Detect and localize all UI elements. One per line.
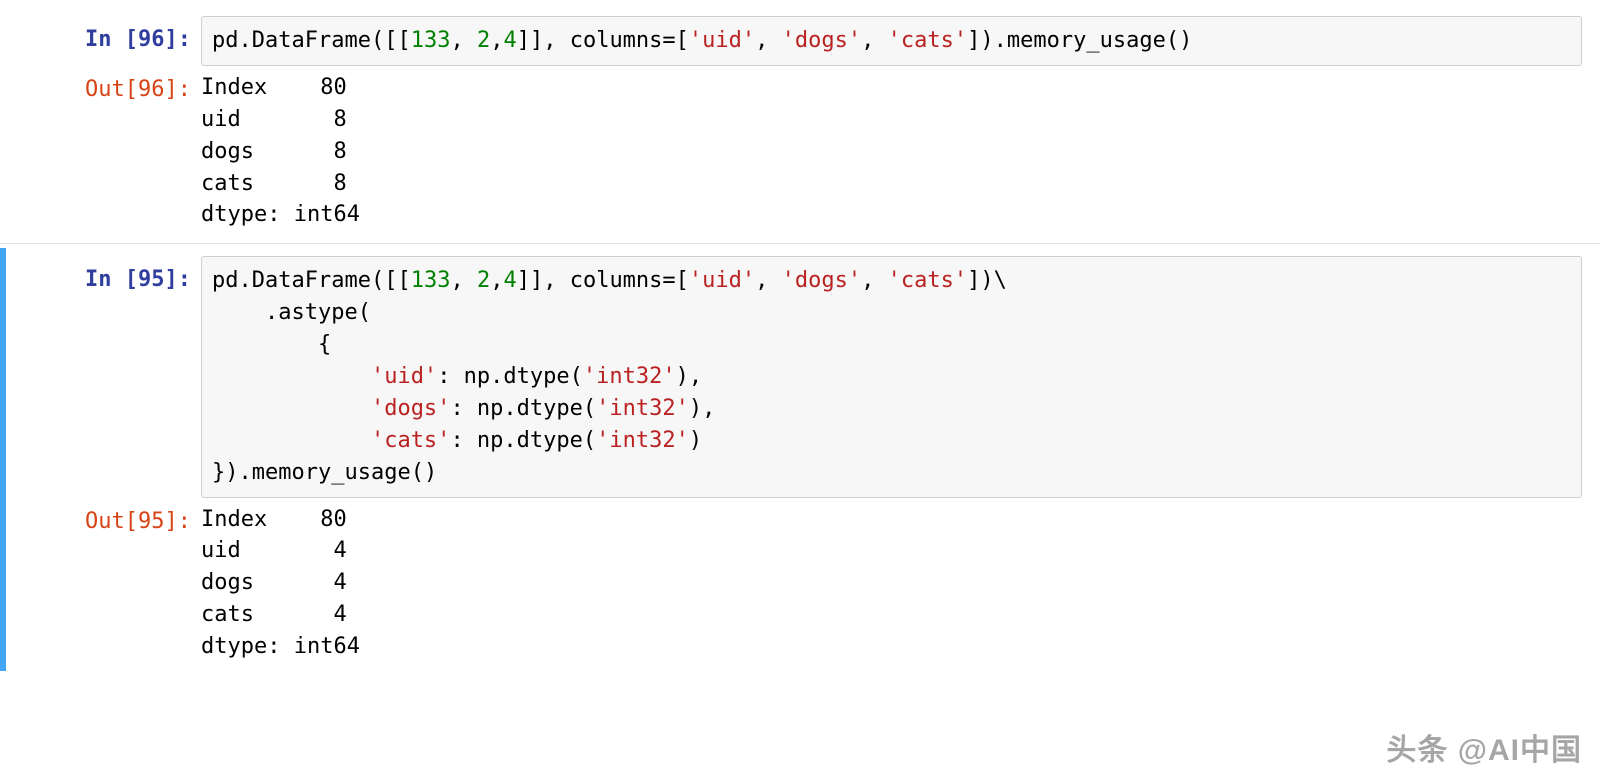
code-input-box[interactable]: pd.DataFrame([[133, 2,4]], columns=['uid…: [201, 16, 1582, 66]
input-row: In [95]: pd.DataFrame([[133, 2,4]], colu…: [6, 256, 1600, 497]
code-text[interactable]: pd.DataFrame([[133, 2,4]], columns=['uid…: [212, 265, 1571, 488]
output-row: Out[95]: Index 80 uid 4 dogs 4 cats 4 dt…: [6, 498, 1600, 663]
output-prompt: Out[96]:: [6, 66, 201, 114]
notebook: In [96]: pd.DataFrame([[133, 2,4]], colu…: [0, 0, 1600, 671]
output-prompt: Out[95]:: [6, 498, 201, 546]
input-prompt: In [95]:: [6, 256, 201, 304]
input-prompt: In [96]:: [6, 16, 201, 64]
output-area: Index 80 uid 4 dogs 4 cats 4 dtype: int6…: [201, 498, 1582, 663]
code-input-area[interactable]: pd.DataFrame([[133, 2,4]], columns=['uid…: [201, 16, 1582, 66]
output-text: Index 80 uid 8 dogs 8 cats 8 dtype: int6…: [201, 72, 1582, 231]
output-row: Out[96]: Index 80 uid 8 dogs 8 cats 8 dt…: [6, 66, 1600, 231]
output-area: Index 80 uid 8 dogs 8 cats 8 dtype: int6…: [201, 66, 1582, 231]
code-input-area[interactable]: pd.DataFrame([[133, 2,4]], columns=['uid…: [201, 256, 1582, 497]
notebook-cell[interactable]: In [95]: pd.DataFrame([[133, 2,4]], colu…: [0, 248, 1600, 671]
cell-divider: [0, 243, 1600, 244]
code-input-box[interactable]: pd.DataFrame([[133, 2,4]], columns=['uid…: [201, 256, 1582, 497]
watermark-text: 头条 @AI中国: [1386, 729, 1582, 773]
notebook-cell[interactable]: In [96]: pd.DataFrame([[133, 2,4]], colu…: [0, 8, 1600, 239]
output-text: Index 80 uid 4 dogs 4 cats 4 dtype: int6…: [201, 504, 1582, 663]
input-row: In [96]: pd.DataFrame([[133, 2,4]], colu…: [6, 16, 1600, 66]
code-text[interactable]: pd.DataFrame([[133, 2,4]], columns=['uid…: [212, 25, 1571, 57]
